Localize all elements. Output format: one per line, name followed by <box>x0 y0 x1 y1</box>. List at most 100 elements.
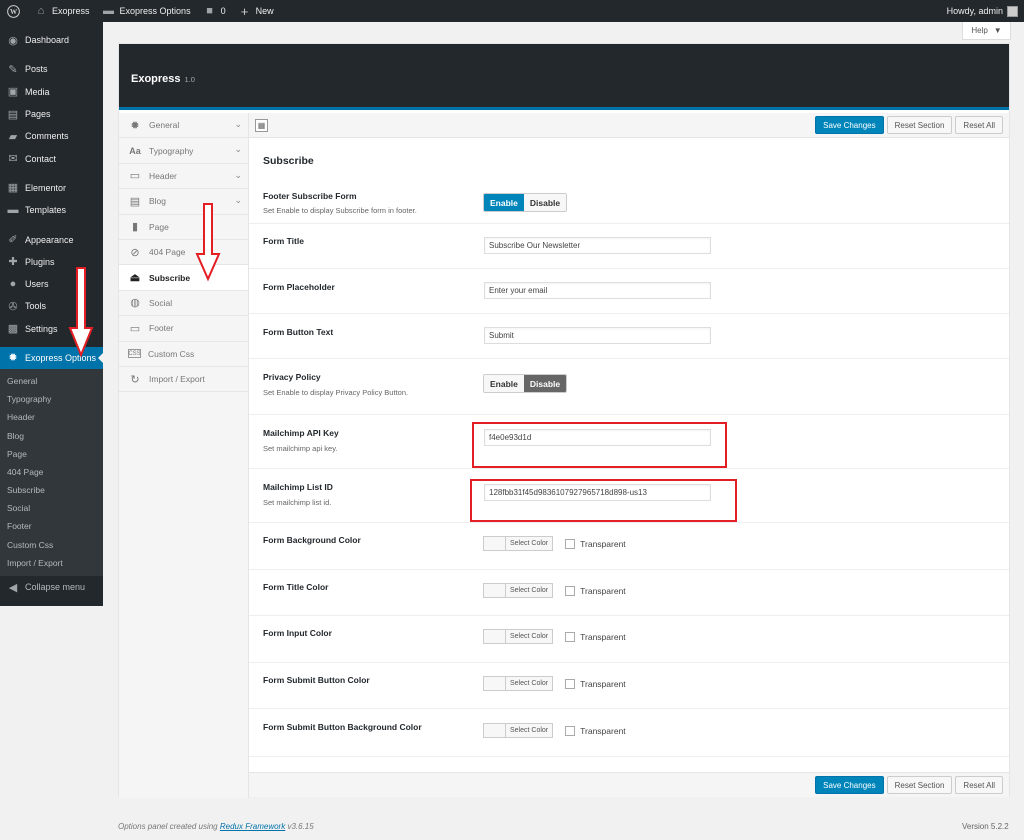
menu-item-comments[interactable]: ▰ Comments <box>0 125 103 147</box>
submenu-item-custom-css[interactable]: Custom Css <box>0 536 103 554</box>
disable-button[interactable]: Disable <box>523 375 567 392</box>
account-menu[interactable]: Howdy, admin <box>941 0 1024 22</box>
color-swatch[interactable] <box>483 583 505 598</box>
nav-item-page[interactable]: ▮ Page <box>119 215 248 240</box>
field-row-footer-subscribe: Footer Subscribe Form Set Enable to disp… <box>249 179 1009 224</box>
panel-title-text: Exopress <box>131 73 181 85</box>
enable-button[interactable]: Enable <box>484 375 524 392</box>
reset-all-button[interactable]: Reset All <box>955 776 1003 794</box>
menu-item-media[interactable]: ▣ Media <box>0 81 103 103</box>
color-swatch[interactable] <box>483 629 505 644</box>
nav-item-footer[interactable]: ▭ Footer <box>119 316 248 342</box>
menu-label: Plugins <box>25 256 55 267</box>
help-button[interactable]: Help ▼ <box>962 22 1011 40</box>
gear-icon: ✹ <box>130 119 140 132</box>
nav-label: 404 Page <box>149 247 186 258</box>
comments-link[interactable]: ■ 0 <box>197 0 232 22</box>
select-color-button[interactable]: Select Color <box>505 723 554 738</box>
reset-section-button[interactable]: Reset Section <box>886 776 953 794</box>
wordpress-logo-icon[interactable]: W <box>0 0 28 22</box>
svg-text:W: W <box>10 8 18 16</box>
select-color-button[interactable]: Select Color <box>505 536 554 551</box>
ban-icon: ⊘ <box>130 246 140 259</box>
submenu-item-general[interactable]: General <box>0 372 103 390</box>
submenu-item-typography[interactable]: Typography <box>0 390 103 408</box>
collapse-menu-button[interactable]: ◀ Collapse menu <box>0 576 103 598</box>
nav-item-general[interactable]: ✹ General ⌄ <box>119 113 248 139</box>
options-link-label: Exopress Options <box>119 6 191 16</box>
plug-icon: ✚ <box>8 256 18 269</box>
new-content-link[interactable]: + New <box>232 0 280 22</box>
options-panel: Exopress 1.0 ✹ General ⌄ Aa Typography ⌄ ▭ Hea… <box>118 43 1010 798</box>
submenu-item-social[interactable]: Social <box>0 499 103 517</box>
transparent-checkbox[interactable] <box>565 678 576 689</box>
options-link[interactable]: ▬ Exopress Options <box>96 0 197 22</box>
field-row-form-title: Form Title Subscribe Our Newsletter <box>249 224 1009 269</box>
color-swatch[interactable] <box>483 676 505 691</box>
reset-all-button[interactable]: Reset All <box>955 116 1003 134</box>
field-label: Form Button Text <box>263 327 334 337</box>
reset-section-button[interactable]: Reset Section <box>886 116 953 134</box>
nav-label: Page <box>149 221 169 232</box>
redux-framework-link[interactable]: Redux Framework <box>220 822 285 831</box>
panel-title: Exopress 1.0 <box>131 73 195 85</box>
menu-item-dashboard[interactable]: ◉ Dashboard <box>0 29 103 51</box>
menu-item-contact[interactable]: ✉ Contact <box>0 147 103 169</box>
users-icon: ● <box>9 278 17 291</box>
select-color-button[interactable]: Select Color <box>505 583 554 598</box>
form-title-input[interactable]: Subscribe Our Newsletter <box>484 237 711 254</box>
menu-label: Media <box>25 86 50 97</box>
expand-options-icon[interactable]: ▦ <box>255 118 268 132</box>
nav-item-import-export[interactable]: ↻ Import / Export <box>119 367 248 393</box>
select-color-button[interactable]: Select Color <box>505 629 554 644</box>
submenu-item-blog[interactable]: Blog <box>0 426 103 444</box>
nav-item-header[interactable]: ▭ Header ⌄ <box>119 164 248 190</box>
submenu-item-page[interactable]: Page <box>0 445 103 463</box>
nav-label: Footer <box>149 323 174 334</box>
menu-item-templates[interactable]: ▬ Templates <box>0 199 103 221</box>
disable-button[interactable]: Disable <box>523 194 567 211</box>
save-changes-button[interactable]: Save Changes <box>815 116 884 134</box>
form-placeholder-input[interactable]: Enter your email <box>484 282 711 299</box>
field-row-form-submit-button-color: Form Submit Button Color Select Color Tr… <box>249 663 1009 709</box>
submenu-item-import-export[interactable]: Import / Export <box>0 554 103 572</box>
nav-item-social[interactable]: ◍ Social <box>119 291 248 317</box>
enable-button[interactable]: Enable <box>484 194 524 211</box>
menu-item-posts[interactable]: ✎ Posts <box>0 58 103 80</box>
form-button-text-input[interactable]: Submit <box>484 327 711 344</box>
menu-item-pages[interactable]: ▤ Pages <box>0 103 103 125</box>
field-label: Mailchimp API Key <box>263 428 339 438</box>
select-color-button[interactable]: Select Color <box>505 676 554 691</box>
transparent-checkbox[interactable] <box>565 725 576 736</box>
nav-item-custom-css[interactable]: CSS Custom Css <box>119 342 248 367</box>
globe-icon: ◍ <box>130 297 140 310</box>
submenu-item-404-page[interactable]: 404 Page <box>0 463 103 481</box>
nav-item-blog[interactable]: ▤ Blog ⌄ <box>119 189 248 215</box>
color-swatch[interactable] <box>483 723 505 738</box>
panel-header: Exopress 1.0 <box>119 44 1009 110</box>
transparent-checkbox[interactable] <box>565 631 576 642</box>
nav-item-404-page[interactable]: ⊘ 404 Page <box>119 240 248 266</box>
menu-item-appearance[interactable]: ✐ Appearance <box>0 228 103 250</box>
credit-version: v3.6.15 <box>287 822 314 831</box>
credit-prefix: Options panel created using <box>118 822 218 831</box>
submenu-item-subscribe[interactable]: Subscribe <box>0 481 103 499</box>
blog-icon: ▤ <box>129 195 141 208</box>
save-changes-button[interactable]: Save Changes <box>815 776 884 794</box>
site-name-link[interactable]: ⌂ Exopress <box>28 0 96 22</box>
footer-subscribe-toggle: Enable Disable <box>483 193 568 212</box>
field-label: Footer Subscribe Form <box>263 191 357 201</box>
menu-item-elementor[interactable]: ▦ Elementor <box>0 177 103 199</box>
transparent-checkbox[interactable] <box>565 538 576 549</box>
transparent-checkbox[interactable] <box>565 585 576 596</box>
nav-item-subscribe[interactable]: ⏏ Subscribe <box>119 265 248 291</box>
submenu-item-footer[interactable]: Footer <box>0 517 103 535</box>
plus-icon: + <box>240 3 249 19</box>
color-swatch[interactable] <box>483 536 505 551</box>
field-desc: Set Enable to display Subscribe form in … <box>263 206 417 215</box>
nav-item-typography[interactable]: Aa Typography ⌄ <box>119 138 248 164</box>
css-icon: CSS <box>128 349 141 359</box>
menu-label: Dashboard <box>25 35 70 46</box>
admin-bar: W ⌂ Exopress ▬ Exopress Options ■ 0 + Ne… <box>0 0 1024 22</box>
submenu-item-header[interactable]: Header <box>0 408 103 426</box>
